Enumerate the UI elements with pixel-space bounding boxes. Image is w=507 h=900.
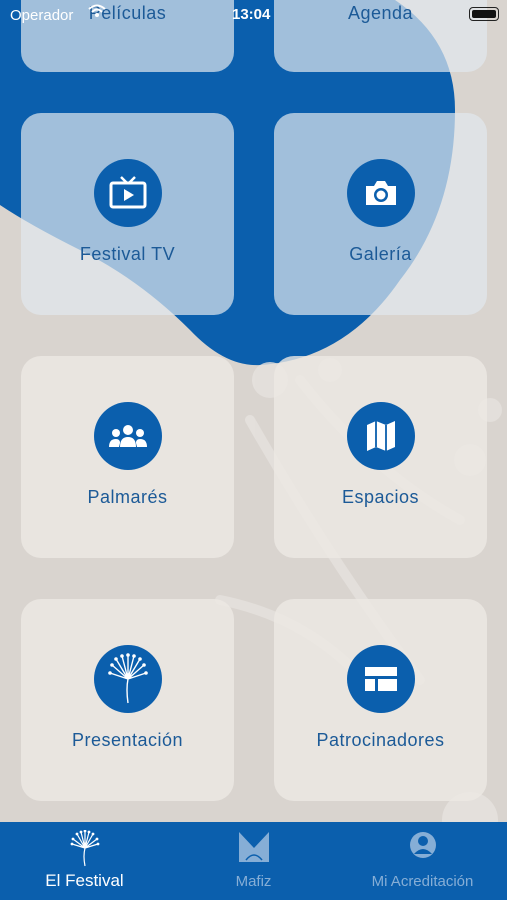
tile-presentacion[interactable]: Presentación xyxy=(21,599,234,801)
tab-mi-acreditacion[interactable]: Mi Acreditación xyxy=(338,822,507,900)
user-circle-icon xyxy=(408,830,438,865)
map-icon xyxy=(347,402,415,470)
wifi-icon xyxy=(88,4,106,22)
tile-label: Galería xyxy=(349,244,412,264)
dandelion-icon xyxy=(94,645,162,713)
carrier-label: Operador xyxy=(10,7,74,24)
tile-label: Festival TV xyxy=(79,244,176,264)
tile-galeria[interactable]: Galería xyxy=(274,113,487,315)
tab-label: Mi Acreditación xyxy=(371,873,474,890)
tile-label: Presentación xyxy=(71,730,184,750)
tile-patrocinadores[interactable]: Patrocinadores xyxy=(274,599,487,801)
tile-label: Patrocinadores xyxy=(316,730,445,750)
dandelion-icon xyxy=(69,829,101,873)
layout-icon xyxy=(347,645,415,713)
tab-bar: El Festival Mafiz Mi Acreditación xyxy=(0,822,507,900)
tile-festival-tv[interactable]: Festival TV xyxy=(21,113,234,315)
tab-label: El Festival xyxy=(45,871,124,890)
battery-icon xyxy=(469,7,499,21)
tab-label: Mafiz xyxy=(235,873,272,890)
tv-icon xyxy=(94,159,162,227)
tab-el-festival[interactable]: El Festival xyxy=(0,822,169,900)
tile-label: Espacios xyxy=(341,487,420,507)
tile-espacios[interactable]: Espacios xyxy=(274,356,487,558)
tab-mafiz[interactable]: Mafiz xyxy=(169,822,338,900)
mafiz-logo-icon xyxy=(238,830,270,869)
status-bar: Operador 13:04 xyxy=(0,0,507,30)
tile-palmares[interactable]: Palmarés xyxy=(21,356,234,558)
camera-icon xyxy=(347,159,415,227)
clock: 13:04 xyxy=(232,6,271,23)
group-icon xyxy=(94,402,162,470)
tile-label: Palmarés xyxy=(87,487,168,507)
